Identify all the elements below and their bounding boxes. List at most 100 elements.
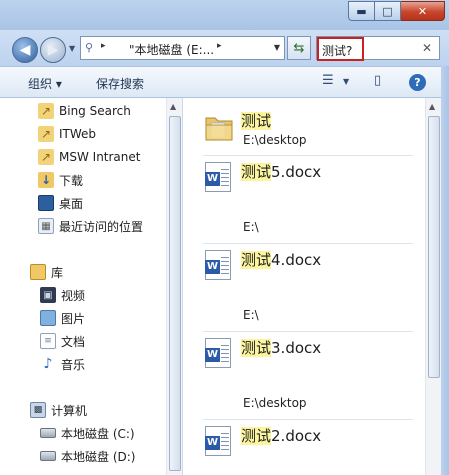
desktop-icon — [38, 195, 54, 211]
forward-button[interactable]: ▶ — [40, 37, 66, 63]
downloads-icon: ↓ — [38, 172, 54, 188]
back-button[interactable]: ◀ — [12, 37, 38, 63]
address-location[interactable]: "本地磁盘 (E:... — [129, 41, 214, 58]
videos-icon: ▣ — [40, 287, 56, 303]
sidebar-item-label: 图片 — [61, 311, 86, 326]
sidebar-item-label: Bing Search — [59, 104, 131, 118]
word-document-icon: W — [205, 162, 231, 192]
navigation-scrollbar[interactable]: ▲ — [166, 98, 182, 475]
divider — [203, 243, 413, 244]
divider — [203, 155, 413, 156]
sidebar-item-label: 下载 — [59, 173, 84, 188]
title-bar: ▬ □ ✕ — [0, 0, 449, 30]
list-item[interactable]: W 测试5.docx E:\ — [203, 160, 413, 240]
result-name: 测试5.docx — [241, 163, 322, 181]
sidebar-item-music[interactable]: ♪ 音乐 — [40, 353, 181, 375]
list-item[interactable]: W 测试4.docx E:\ — [203, 248, 413, 328]
result-name: 测试 — [241, 112, 272, 130]
sidebar-item-label: ITWeb — [59, 127, 97, 141]
scroll-up-icon[interactable]: ▲ — [429, 102, 435, 111]
organize-button[interactable]: 组织 ▾ — [28, 75, 62, 92]
divider — [203, 419, 413, 420]
sidebar-item-drive-c[interactable]: 本地磁盘 (C:) — [40, 422, 181, 444]
favorite-link-icon: ↗ — [38, 149, 54, 165]
sidebar-item-documents[interactable]: ≡ 文档 — [40, 330, 181, 352]
sidebar-item-label: 本地磁盘 (D:) — [61, 449, 136, 464]
view-icon[interactable]: ☰ — [322, 73, 334, 88]
sidebar-item-itweb[interactable]: ↗ ITWeb — [38, 123, 181, 145]
clear-search-icon[interactable]: ✕ — [422, 41, 432, 55]
search-input[interactable]: 测试? ✕ — [316, 36, 440, 61]
sidebar-item-downloads[interactable]: ↓ 下载 — [38, 169, 181, 191]
help-icon[interactable]: ? — [409, 74, 426, 91]
result-name: 测试3.docx — [241, 339, 322, 357]
music-icon: ♪ — [43, 356, 53, 372]
sidebar-item-drive-d[interactable]: 本地磁盘 (D:) — [40, 445, 181, 467]
word-document-icon: W — [205, 250, 231, 280]
drive-icon — [40, 451, 56, 461]
save-search-button[interactable]: 保存搜索 — [96, 75, 144, 92]
recent-places-icon: ▦ — [38, 218, 54, 234]
result-name: 测试4.docx — [241, 251, 322, 269]
list-item[interactable]: W 测试2.docx — [203, 424, 413, 474]
search-query[interactable]: 测试? — [317, 37, 364, 61]
close-button[interactable]: ✕ — [401, 1, 445, 21]
sidebar-item-label: 最近访问的位置 — [59, 219, 144, 234]
window-frame — [441, 66, 449, 475]
pictures-icon — [40, 310, 56, 326]
list-item[interactable]: 测试 E:\desktop — [203, 108, 413, 158]
search-results-pane: 测试 E:\desktop W 测试5.docx E:\ W 测试4.docx … — [183, 98, 425, 475]
sidebar-item-pictures[interactable]: 图片 — [40, 307, 181, 329]
address-row: ◀ ▶ ▼ ⚲ ▸ "本地磁盘 (E:... ▸ ▼ ⇆ 测试? ✕ — [0, 30, 449, 66]
sidebar-item-desktop[interactable]: 桌面 — [38, 192, 181, 214]
computer-icon: ▩ — [30, 402, 46, 418]
scroll-thumb[interactable] — [169, 116, 181, 471]
sidebar-item-libraries[interactable]: 库 — [30, 261, 181, 283]
sidebar-item-label: MSW Intranet — [59, 150, 141, 164]
search-results-icon: ⚲ — [85, 41, 94, 54]
sidebar-item-label: 文档 — [61, 334, 86, 349]
chevron-right-icon[interactable]: ▸ — [101, 41, 106, 51]
caption-buttons: ▬ □ ✕ — [348, 1, 445, 21]
result-path: E:\ — [243, 308, 259, 322]
scroll-up-icon[interactable]: ▲ — [170, 102, 176, 111]
results-scrollbar[interactable]: ▲ — [425, 98, 441, 475]
sidebar-item-videos[interactable]: ▣ 视频 — [40, 284, 181, 306]
chevron-right-icon[interactable]: ▸ — [217, 41, 222, 51]
address-dropdown-icon[interactable]: ▼ — [274, 43, 280, 52]
word-document-icon: W — [205, 338, 231, 368]
result-name: 测试2.docx — [241, 427, 322, 445]
navigation-pane: ↗ Bing Search ↗ ITWeb ↗ MSW Intranet ↓ 下… — [0, 98, 182, 475]
preview-pane-icon[interactable]: ▯ — [374, 73, 381, 88]
recent-pages-dropdown[interactable]: ▼ — [69, 44, 75, 53]
address-bar[interactable]: ⚲ ▸ "本地磁盘 (E:... ▸ ▼ — [80, 36, 285, 60]
favorite-link-icon: ↗ — [38, 103, 54, 119]
result-path: E:\desktop — [243, 133, 307, 147]
maximize-button[interactable]: □ — [375, 1, 401, 21]
command-bar: 组织 ▾ 保存搜索 ☰ ▼ ▯ ? — [0, 66, 449, 98]
view-dropdown-icon[interactable]: ▼ — [343, 77, 349, 86]
result-path: E:\ — [243, 220, 259, 234]
documents-icon: ≡ — [40, 333, 56, 349]
sidebar-item-bing-search[interactable]: ↗ Bing Search — [38, 100, 181, 122]
list-item[interactable]: W 测试3.docx E:\desktop — [203, 336, 413, 416]
sidebar-item-recent-places[interactable]: ▦ 最近访问的位置 — [38, 215, 181, 237]
libraries-icon — [30, 264, 46, 280]
sidebar-item-msw-intranet[interactable]: ↗ MSW Intranet — [38, 146, 181, 168]
sidebar-item-computer[interactable]: ▩ 计算机 — [30, 399, 181, 421]
refresh-button[interactable]: ⇆ — [287, 36, 311, 60]
sidebar-item-label: 库 — [51, 265, 64, 280]
sidebar-item-label: 计算机 — [51, 403, 88, 418]
drive-icon — [40, 428, 56, 438]
folder-icon — [203, 112, 235, 144]
result-path: E:\desktop — [243, 396, 307, 410]
favorite-link-icon: ↗ — [38, 126, 54, 142]
sidebar-item-label: 桌面 — [59, 196, 84, 211]
sidebar-item-label: 音乐 — [61, 357, 86, 372]
divider — [203, 331, 413, 332]
minimize-button[interactable]: ▬ — [348, 1, 375, 21]
sidebar-item-label: 视频 — [61, 288, 86, 303]
scroll-thumb[interactable] — [428, 116, 440, 378]
sidebar-item-label: 本地磁盘 (C:) — [61, 426, 135, 441]
word-document-icon: W — [205, 426, 231, 456]
